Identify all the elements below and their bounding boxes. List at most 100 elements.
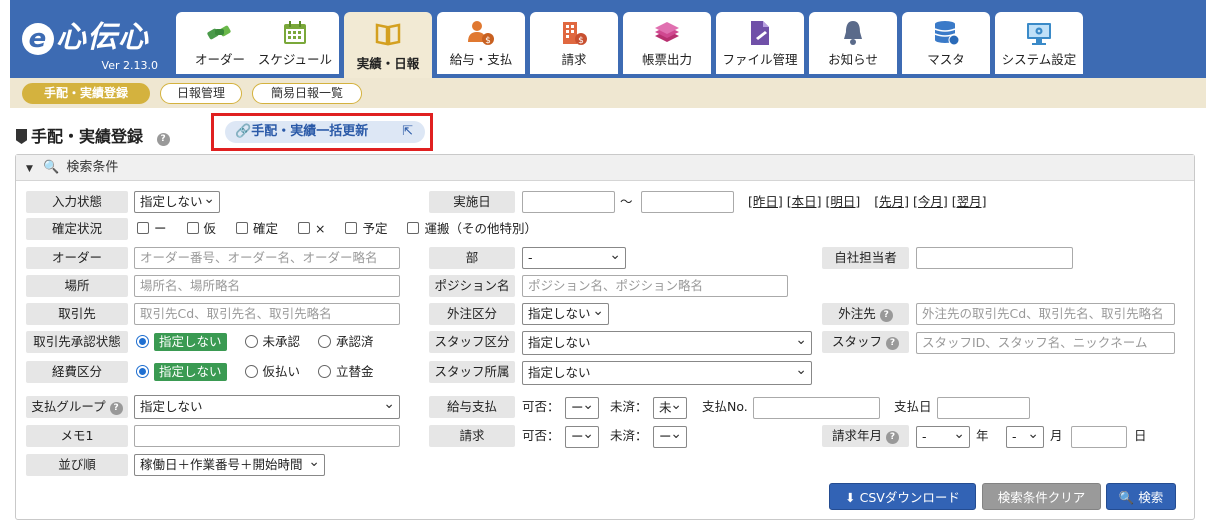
search-icon: 🔍	[43, 160, 60, 175]
client-approval-unspecified[interactable]: 指定しない	[136, 333, 227, 351]
app-version: Ver 2.13.0	[101, 59, 158, 72]
salary-label: 給与支払	[429, 396, 515, 418]
memo-input[interactable]	[134, 425, 400, 447]
client-approval-unapproved[interactable]: 未承認	[244, 334, 300, 349]
subnav-item-simple-report-list[interactable]: 簡易日報一覧	[252, 83, 362, 104]
place-input[interactable]: 場所名、場所略名	[134, 275, 400, 297]
billing-possible-select[interactable]: ー	[565, 426, 599, 448]
order-input[interactable]: オーダー番号、オーダー名、オーダー略名	[134, 247, 400, 269]
expense-reimbursement[interactable]: 立替金	[318, 364, 374, 379]
search-button[interactable]: 🔍 検索	[1106, 483, 1176, 510]
client-label: 取引先	[26, 303, 128, 325]
confirm-option-confirmed[interactable]: 確定	[236, 221, 278, 236]
outsource-label: 外注先 ?	[822, 303, 909, 325]
tab-notices[interactable]: お知らせ	[809, 12, 897, 74]
client-input[interactable]: 取引先Cd、取引先名、取引先略名	[134, 303, 400, 325]
date-to-input[interactable]	[641, 191, 734, 213]
clear-search-button[interactable]: 検索条件クリア	[982, 483, 1101, 510]
pay-date-input[interactable]	[937, 397, 1030, 419]
pay-date-label: 支払日	[894, 399, 932, 414]
person-money-icon: $	[468, 21, 494, 46]
billing-unsettled-label: 未済：	[610, 428, 648, 443]
date-link-this-month[interactable]: [今月]	[913, 194, 948, 209]
help-icon[interactable]: ?	[879, 309, 893, 322]
tab-report-output[interactable]: 帳票出力	[623, 12, 711, 74]
outsource-type-select[interactable]: 指定しない	[522, 303, 609, 325]
billing-unsettled-select[interactable]: ー	[653, 426, 687, 448]
date-link-today[interactable]: [本日]	[787, 194, 822, 209]
salary-unsettled-label: 未済：	[610, 399, 648, 414]
help-icon[interactable]: ?	[156, 133, 170, 146]
input-status-select[interactable]: 指定しない	[134, 191, 220, 213]
page-title-text: 手配・実績登録	[31, 127, 144, 146]
subnav-item-daily-report[interactable]: 日報管理	[160, 83, 242, 104]
confirm-option-cross[interactable]: ×	[298, 221, 325, 236]
staff-dept-select[interactable]: 指定しない	[522, 361, 812, 385]
tab-label: マスタ	[927, 52, 965, 67]
external-link-icon: ⇱	[402, 124, 413, 139]
confirm-status-label: 確定状況	[26, 218, 128, 240]
year-unit: 年	[976, 428, 989, 443]
expense-unspecified[interactable]: 指定しない	[136, 363, 227, 381]
tab-file-management[interactable]: ファイル管理	[716, 12, 804, 74]
staff-type-select[interactable]: 指定しない	[522, 331, 812, 355]
tab-billing[interactable]: $ 請求	[530, 12, 618, 74]
tab-salary-payment[interactable]: $ 給与・支払	[437, 12, 525, 74]
page-title: 手配・実績登録 ?	[16, 123, 170, 147]
csv-download-button[interactable]: ⬇ CSVダウンロード	[829, 483, 976, 510]
tab-master[interactable]: マスタ	[902, 12, 990, 74]
sort-label: 並び順	[26, 454, 128, 476]
pay-group-select[interactable]: 指定しない	[134, 395, 400, 419]
date-link-next-month[interactable]: [翌月]	[952, 194, 987, 209]
salary-possible-label: 可否：	[522, 399, 560, 414]
position-input[interactable]: ポジション名、ポジション略名	[522, 275, 788, 297]
app-logo[interactable]: e 心伝心 Ver 2.13.0	[10, 0, 172, 78]
billing-year-select[interactable]: -	[916, 426, 970, 448]
pay-no-input[interactable]	[753, 397, 880, 419]
subnav-item-arrangement[interactable]: 手配・実績登録	[22, 83, 150, 104]
billing-possible-label: 可否：	[522, 428, 560, 443]
date-link-last-month[interactable]: [先月]	[874, 194, 909, 209]
sort-select[interactable]: 稼働日＋作業番号＋開始時間	[134, 454, 325, 476]
confirm-option-planned[interactable]: 予定	[345, 221, 387, 236]
help-icon[interactable]: ?	[886, 431, 899, 444]
outsource-input[interactable]: 外注先の取引先Cd、取引先名、取引先略名	[916, 303, 1175, 325]
tab-label: 給与・支払	[449, 52, 513, 67]
salary-possible-select[interactable]: ー	[565, 397, 599, 419]
search-icon: 🔍	[1118, 490, 1135, 505]
staff-input[interactable]: スタッフID、スタッフ名、ニックネーム	[916, 332, 1175, 354]
dept-select[interactable]: -	[522, 247, 626, 269]
tab-schedule[interactable]: スケジュール	[251, 12, 339, 74]
date-link-yesterday[interactable]: [昨日]	[748, 194, 783, 209]
link-icon: 🔗	[235, 124, 252, 139]
order-label: オーダー	[26, 247, 128, 269]
date-from-input[interactable]	[522, 191, 615, 213]
confirm-option-tentative[interactable]: 仮	[186, 221, 216, 236]
manager-label: 自社担当者	[822, 247, 909, 269]
download-icon: ⬇	[845, 490, 856, 505]
bulk-update-button[interactable]: 🔗手配・実績一括更新 ⇱	[225, 121, 425, 143]
salary-unsettled-select[interactable]: 未	[653, 397, 687, 419]
expense-advance[interactable]: 仮払い	[244, 364, 300, 379]
confirm-option-none[interactable]: ー	[137, 221, 167, 236]
bookmark-icon	[16, 129, 27, 144]
tab-system-settings[interactable]: システム設定	[995, 12, 1083, 74]
place-label: 場所	[26, 275, 128, 297]
billing-day-input[interactable]	[1071, 426, 1127, 448]
building-money-icon: $	[563, 22, 587, 46]
billing-month-select[interactable]: -	[1006, 426, 1044, 448]
tab-label: お知らせ	[828, 52, 878, 67]
manager-input[interactable]	[916, 247, 1073, 269]
tab-results-daily-report[interactable]: 実績・日報	[344, 12, 432, 78]
help-icon[interactable]: ?	[109, 402, 123, 415]
staff-type-label: スタッフ区分	[429, 331, 515, 353]
tab-label: 請求	[561, 52, 587, 67]
confirm-option-transport[interactable]: 運搬（その他特別）	[407, 221, 537, 236]
client-approval-approved[interactable]: 承認済	[318, 334, 374, 349]
day-unit: 日	[1134, 428, 1147, 443]
search-panel-header[interactable]: ▼ 🔍 検索条件	[16, 155, 1194, 181]
help-icon[interactable]: ?	[886, 337, 899, 350]
collapse-icon: ▼	[26, 164, 33, 174]
confirm-status-options: ー 仮 確定 × 予定 運搬（その他特別）	[137, 218, 537, 240]
date-link-tomorrow[interactable]: [明日]	[826, 194, 861, 209]
